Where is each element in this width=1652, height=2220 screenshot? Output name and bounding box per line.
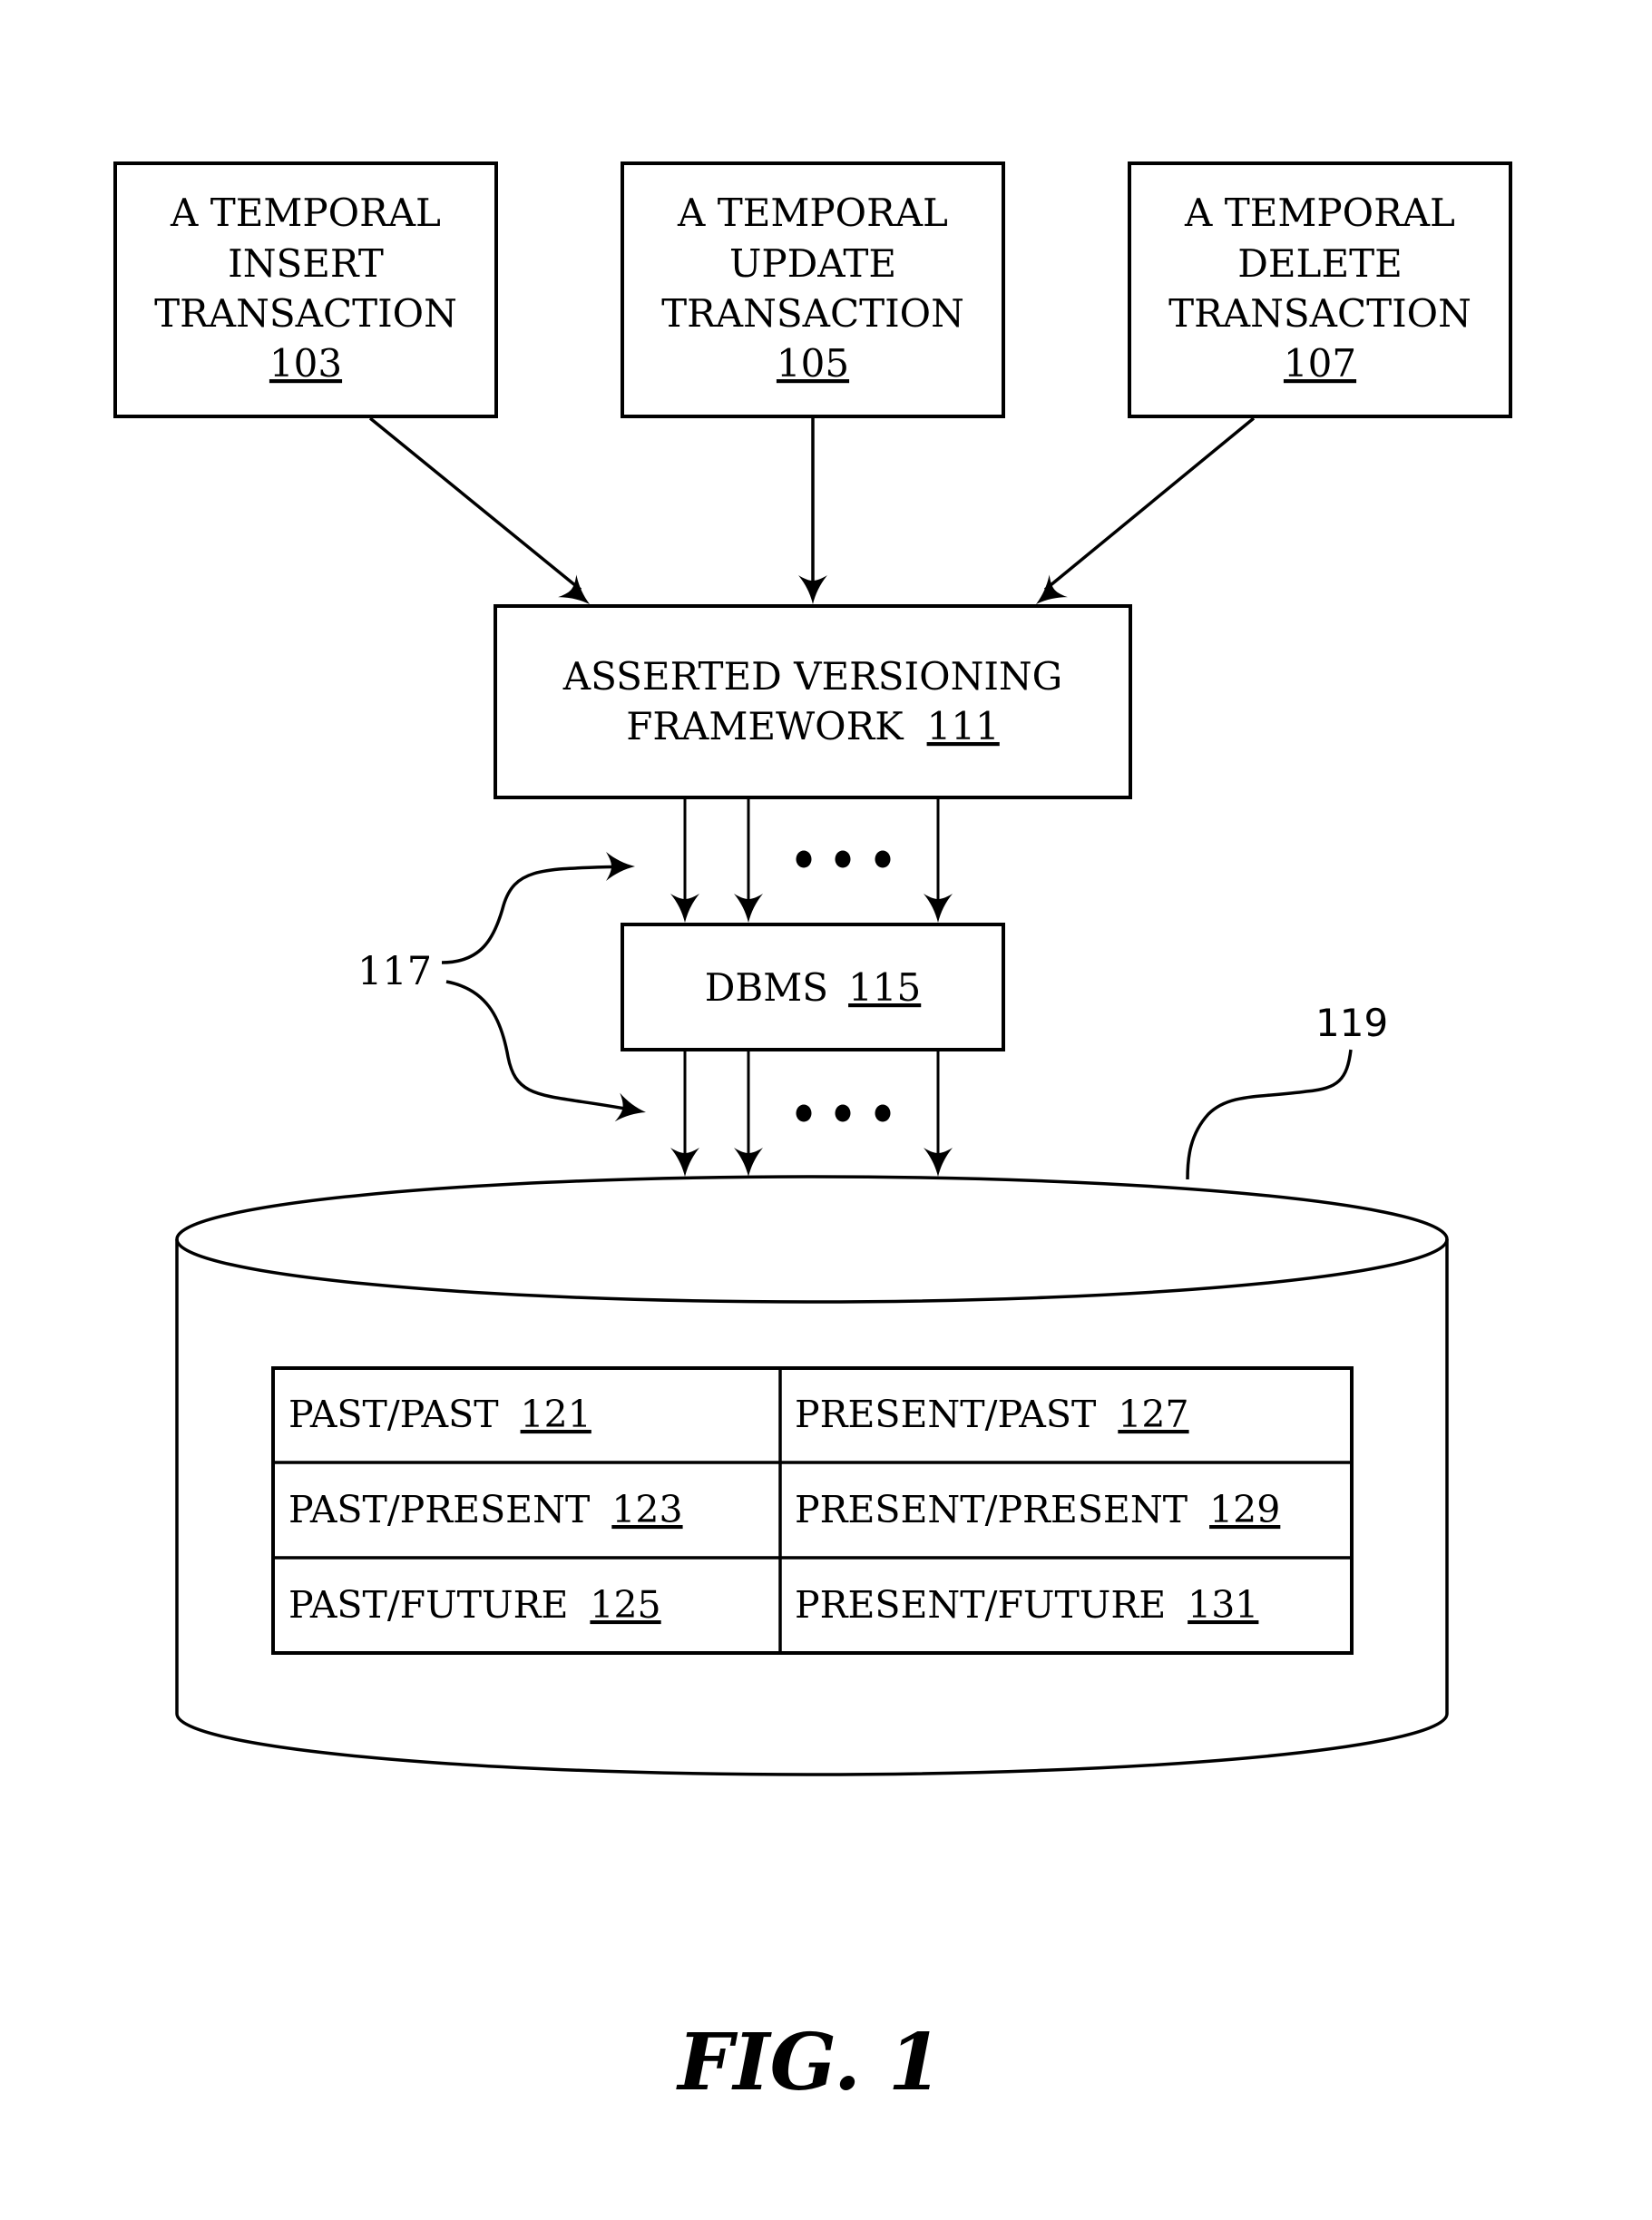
table-cell[interactable]: PRESENT/PAST 127 <box>795 1393 1189 1436</box>
cell-ref-number: 125 <box>590 1583 660 1627</box>
figure-canvas: A TEMPORAL INSERT TRANSACTION 103 A TEMP… <box>113 161 1512 2108</box>
framework-frame <box>494 604 1132 799</box>
dbms-text: DBMS 115 <box>705 965 922 1010</box>
database-callout-leader <box>1186 1049 1353 1180</box>
cell-ref-number: 131 <box>1188 1583 1258 1627</box>
dbms-ref-number: 115 <box>848 965 921 1010</box>
table-cell[interactable]: PAST/PAST 121 <box>288 1393 591 1436</box>
update-line-1: A TEMPORAL <box>677 191 948 235</box>
callout-brace-upper <box>441 865 627 964</box>
cell-ref-number: 127 <box>1118 1393 1188 1436</box>
delete-to-framework-arrow <box>1026 416 1256 616</box>
framework-ref-number: 111 <box>927 704 1000 748</box>
insert-line-2: INSERT <box>228 241 384 286</box>
cell-label: PRESENT/FUTURE <box>795 1583 1166 1627</box>
bitemporal-table: PAST/PAST 121 PRESENT/PAST 127 PAST/PRESEN… <box>271 1366 1354 1655</box>
cell-label: PAST/PAST <box>288 1393 499 1436</box>
framework-label: FRAMEWORK <box>626 704 904 748</box>
framework-line-2: FRAMEWORK 111 <box>626 704 1000 748</box>
update-ref-number: 105 <box>777 341 849 386</box>
cell-ref-number: 121 <box>521 1393 591 1436</box>
cell-label: PRESENT/PRESENT <box>795 1488 1188 1531</box>
framework-line-1: ASSERTED VERSIONING <box>562 654 1062 699</box>
cell-label: PRESENT/PAST <box>795 1393 1096 1436</box>
dbms-to-database-connections <box>670 1051 953 1177</box>
arrowhead-icon <box>614 1092 649 1127</box>
ellipsis-lower-icon <box>796 1104 891 1122</box>
connections-callout: 117 <box>357 852 649 1127</box>
delete-line-2: DELETE <box>1237 241 1403 286</box>
delete-ref-number: 107 <box>1284 341 1356 386</box>
insert-line-3: TRANSACTION <box>154 291 457 336</box>
cell-label: PAST/FUTURE <box>288 1583 568 1627</box>
delete-line-3: TRANSACTION <box>1168 291 1471 336</box>
table-cell[interactable]: PAST/FUTURE 125 <box>288 1583 661 1627</box>
delete-transaction-box[interactable]: A TEMPORAL DELETE TRANSACTION 107 <box>1128 161 1512 418</box>
insert-to-framework-arrow <box>368 416 600 616</box>
update-line-3: TRANSACTION <box>661 291 964 336</box>
delete-line-1: A TEMPORAL <box>1184 191 1455 235</box>
cylinder-top <box>175 1175 1449 1304</box>
table-cell[interactable]: PAST/PRESENT 123 <box>288 1488 683 1531</box>
insert-ref-number: 103 <box>269 341 342 386</box>
insert-line-1: A TEMPORAL <box>170 191 441 235</box>
ellipsis-upper-icon <box>796 850 891 868</box>
connections-callout-label: 117 <box>357 949 432 994</box>
framework-to-dbms-connections <box>670 799 953 923</box>
database-callout: 119 <box>1186 1001 1388 1180</box>
update-transaction-box[interactable]: A TEMPORAL UPDATE TRANSACTION 105 <box>621 161 1005 418</box>
dbms-box[interactable]: DBMS 115 <box>621 923 1005 1051</box>
update-line-2: UPDATE <box>729 241 896 286</box>
figure-caption: FIG. 1 <box>675 2017 942 2108</box>
cell-ref-number: 123 <box>611 1488 682 1531</box>
dbms-label: DBMS <box>705 965 828 1010</box>
update-to-framework-arrow <box>798 418 827 604</box>
asserted-versioning-framework-box[interactable]: ASSERTED VERSIONING FRAMEWORK 111 <box>494 604 1132 799</box>
cell-label: PAST/PRESENT <box>288 1488 590 1531</box>
cell-ref-number: 129 <box>1209 1488 1280 1531</box>
callout-brace-lower <box>445 980 636 1112</box>
table-cell[interactable]: PRESENT/FUTURE 131 <box>795 1583 1258 1627</box>
insert-transaction-box[interactable]: A TEMPORAL INSERT TRANSACTION 103 <box>113 161 498 418</box>
database-callout-label: 119 <box>1315 1001 1388 1045</box>
